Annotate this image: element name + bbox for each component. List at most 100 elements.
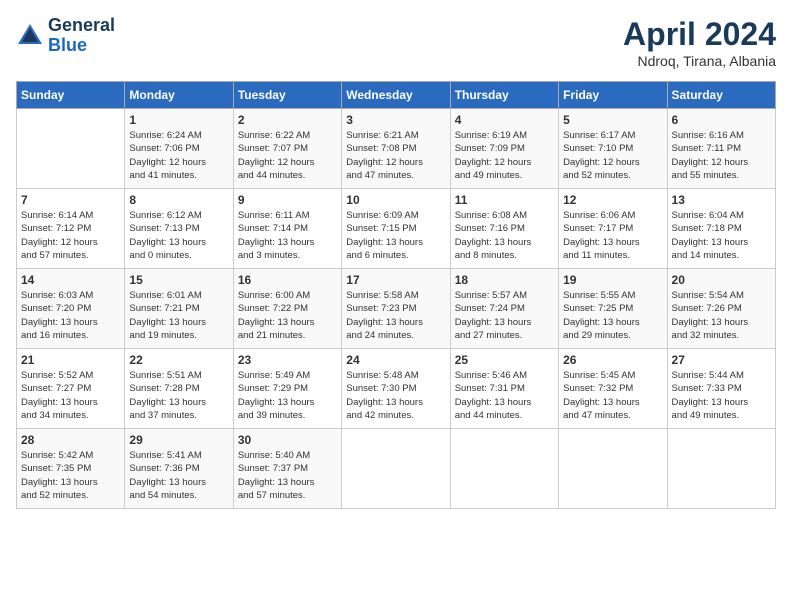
page-header: General Blue April 2024 Ndroq, Tirana, A… bbox=[16, 16, 776, 69]
calendar-cell: 22 Sunrise: 5:51 AM Sunset: 7:28 PM Dayli… bbox=[125, 349, 233, 429]
day-info: Sunrise: 6:24 AM Sunset: 7:06 PM Dayligh… bbox=[129, 129, 228, 182]
day-info: Sunrise: 6:11 AM Sunset: 7:14 PM Dayligh… bbox=[238, 209, 337, 262]
day-info: Sunrise: 5:42 AM Sunset: 7:35 PM Dayligh… bbox=[21, 449, 120, 502]
day-number: 2 bbox=[238, 113, 337, 127]
day-info: Sunrise: 6:16 AM Sunset: 7:11 PM Dayligh… bbox=[672, 129, 771, 182]
calendar-cell: 16Sunrise: 6:00 AM Sunset: 7:22 PM Dayli… bbox=[233, 269, 341, 349]
day-number: 5 bbox=[563, 113, 662, 127]
calendar-cell: 12Sunrise: 6:06 AM Sunset: 7:17 PM Dayli… bbox=[559, 189, 667, 269]
location: Ndroq, Tirana, Albania bbox=[623, 53, 776, 69]
calendar-cell: 11 Sunrise: 6:08 AM Sunset: 7:16 PM Dayli… bbox=[450, 189, 558, 269]
weekday-header: Monday bbox=[125, 82, 233, 109]
logo-general: General bbox=[48, 16, 115, 36]
calendar-cell: 8 Sunrise: 6:12 AM Sunset: 7:13 PM Daylig… bbox=[125, 189, 233, 269]
calendar-cell: 15 Sunrise: 6:01 AM Sunset: 7:21 PM Dayli… bbox=[125, 269, 233, 349]
day-number: 17 bbox=[346, 273, 445, 287]
day-info: Sunrise: 5:45 AM Sunset: 7:32 PM Dayligh… bbox=[563, 369, 662, 422]
calendar-cell bbox=[667, 429, 775, 509]
day-number: 12 bbox=[563, 193, 662, 207]
weekday-header: Wednesday bbox=[342, 82, 450, 109]
day-number: 4 bbox=[455, 113, 554, 127]
month-title: April 2024 bbox=[623, 16, 776, 53]
weekday-header: Tuesday bbox=[233, 82, 341, 109]
day-info: Sunrise: 5:44 AM Sunset: 7:33 PM Dayligh… bbox=[672, 369, 771, 422]
weekday-row: SundayMondayTuesdayWednesdayThursdayFrid… bbox=[17, 82, 776, 109]
calendar-cell: 4 Sunrise: 6:19 AM Sunset: 7:09 PM Daylig… bbox=[450, 109, 558, 189]
calendar-cell: 6 Sunrise: 6:16 AM Sunset: 7:11 PM Daylig… bbox=[667, 109, 775, 189]
day-number: 28 bbox=[21, 433, 120, 447]
day-info: Sunrise: 6:01 AM Sunset: 7:21 PM Dayligh… bbox=[129, 289, 228, 342]
day-number: 10 bbox=[346, 193, 445, 207]
day-number: 29 bbox=[129, 433, 228, 447]
day-info: Sunrise: 5:58 AM Sunset: 7:23 PM Dayligh… bbox=[346, 289, 445, 342]
calendar-week-row: 28 Sunrise: 5:42 AM Sunset: 7:35 PM Dayli… bbox=[17, 429, 776, 509]
calendar-body: 1 Sunrise: 6:24 AM Sunset: 7:06 PM Daylig… bbox=[17, 109, 776, 509]
day-number: 14 bbox=[21, 273, 120, 287]
day-number: 1 bbox=[129, 113, 228, 127]
calendar-cell: 13 Sunrise: 6:04 AM Sunset: 7:18 PM Dayli… bbox=[667, 189, 775, 269]
day-info: Sunrise: 5:55 AM Sunset: 7:25 PM Dayligh… bbox=[563, 289, 662, 342]
calendar-cell: 17 Sunrise: 5:58 AM Sunset: 7:23 PM Dayli… bbox=[342, 269, 450, 349]
day-number: 19 bbox=[563, 273, 662, 287]
day-number: 15 bbox=[129, 273, 228, 287]
calendar-cell bbox=[17, 109, 125, 189]
calendar-cell: 26 Sunrise: 5:45 AM Sunset: 7:32 PM Dayli… bbox=[559, 349, 667, 429]
day-number: 18 bbox=[455, 273, 554, 287]
day-info: Sunrise: 6:22 AM Sunset: 7:07 PM Dayligh… bbox=[238, 129, 337, 182]
day-number: 20 bbox=[672, 273, 771, 287]
calendar-cell: 14 Sunrise: 6:03 AM Sunset: 7:20 PM Dayli… bbox=[17, 269, 125, 349]
day-info: Sunrise: 5:41 AM Sunset: 7:36 PM Dayligh… bbox=[129, 449, 228, 502]
calendar-cell bbox=[559, 429, 667, 509]
day-info: Sunrise: 6:14 AM Sunset: 7:12 PM Dayligh… bbox=[21, 209, 120, 262]
calendar-cell: 30Sunrise: 5:40 AM Sunset: 7:37 PM Dayli… bbox=[233, 429, 341, 509]
day-info: Sunrise: 5:51 AM Sunset: 7:28 PM Dayligh… bbox=[129, 369, 228, 422]
day-number: 8 bbox=[129, 193, 228, 207]
day-number: 13 bbox=[672, 193, 771, 207]
day-info: Sunrise: 6:21 AM Sunset: 7:08 PM Dayligh… bbox=[346, 129, 445, 182]
calendar-cell: 23Sunrise: 5:49 AM Sunset: 7:29 PM Dayli… bbox=[233, 349, 341, 429]
day-number: 23 bbox=[238, 353, 337, 367]
day-number: 22 bbox=[129, 353, 228, 367]
calendar-cell: 25 Sunrise: 5:46 AM Sunset: 7:31 PM Dayli… bbox=[450, 349, 558, 429]
day-info: Sunrise: 6:03 AM Sunset: 7:20 PM Dayligh… bbox=[21, 289, 120, 342]
day-number: 21 bbox=[21, 353, 120, 367]
calendar-week-row: 14 Sunrise: 6:03 AM Sunset: 7:20 PM Dayli… bbox=[17, 269, 776, 349]
day-info: Sunrise: 6:19 AM Sunset: 7:09 PM Dayligh… bbox=[455, 129, 554, 182]
day-info: Sunrise: 6:04 AM Sunset: 7:18 PM Dayligh… bbox=[672, 209, 771, 262]
calendar-week-row: 7Sunrise: 6:14 AM Sunset: 7:12 PM Daylig… bbox=[17, 189, 776, 269]
calendar-week-row: 1 Sunrise: 6:24 AM Sunset: 7:06 PM Daylig… bbox=[17, 109, 776, 189]
day-number: 26 bbox=[563, 353, 662, 367]
logo-icon bbox=[16, 22, 44, 50]
logo: General Blue bbox=[16, 16, 115, 56]
day-info: Sunrise: 6:08 AM Sunset: 7:16 PM Dayligh… bbox=[455, 209, 554, 262]
day-info: Sunrise: 5:57 AM Sunset: 7:24 PM Dayligh… bbox=[455, 289, 554, 342]
calendar-week-row: 21Sunrise: 5:52 AM Sunset: 7:27 PM Dayli… bbox=[17, 349, 776, 429]
day-info: Sunrise: 6:12 AM Sunset: 7:13 PM Dayligh… bbox=[129, 209, 228, 262]
logo-text: General Blue bbox=[48, 16, 115, 56]
day-number: 6 bbox=[672, 113, 771, 127]
day-number: 27 bbox=[672, 353, 771, 367]
calendar-cell: 2 Sunrise: 6:22 AM Sunset: 7:07 PM Daylig… bbox=[233, 109, 341, 189]
calendar-header: SundayMondayTuesdayWednesdayThursdayFrid… bbox=[17, 82, 776, 109]
weekday-header: Sunday bbox=[17, 82, 125, 109]
calendar-cell: 3Sunrise: 6:21 AM Sunset: 7:08 PM Daylig… bbox=[342, 109, 450, 189]
day-number: 11 bbox=[455, 193, 554, 207]
day-number: 24 bbox=[346, 353, 445, 367]
calendar-cell: 21Sunrise: 5:52 AM Sunset: 7:27 PM Dayli… bbox=[17, 349, 125, 429]
day-number: 16 bbox=[238, 273, 337, 287]
calendar-cell bbox=[342, 429, 450, 509]
logo-blue: Blue bbox=[48, 36, 115, 56]
calendar-cell: 18 Sunrise: 5:57 AM Sunset: 7:24 PM Dayli… bbox=[450, 269, 558, 349]
day-number: 25 bbox=[455, 353, 554, 367]
calendar-table: SundayMondayTuesdayWednesdayThursdayFrid… bbox=[16, 81, 776, 509]
day-info: Sunrise: 5:46 AM Sunset: 7:31 PM Dayligh… bbox=[455, 369, 554, 422]
weekday-header: Friday bbox=[559, 82, 667, 109]
weekday-header: Saturday bbox=[667, 82, 775, 109]
calendar-cell: 5Sunrise: 6:17 AM Sunset: 7:10 PM Daylig… bbox=[559, 109, 667, 189]
day-info: Sunrise: 5:54 AM Sunset: 7:26 PM Dayligh… bbox=[672, 289, 771, 342]
title-block: April 2024 Ndroq, Tirana, Albania bbox=[623, 16, 776, 69]
day-number: 30 bbox=[238, 433, 337, 447]
day-info: Sunrise: 5:48 AM Sunset: 7:30 PM Dayligh… bbox=[346, 369, 445, 422]
day-info: Sunrise: 6:09 AM Sunset: 7:15 PM Dayligh… bbox=[346, 209, 445, 262]
day-number: 9 bbox=[238, 193, 337, 207]
